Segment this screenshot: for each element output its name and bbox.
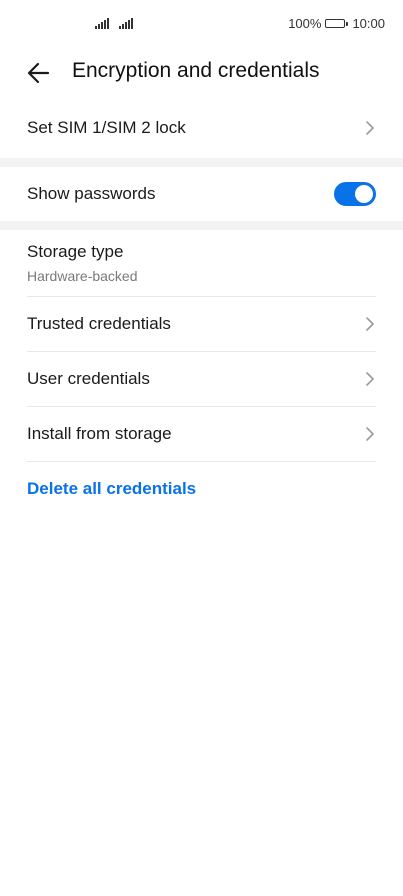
user-credentials-item[interactable]: User credentials — [0, 352, 403, 406]
chevron-right-icon — [366, 317, 374, 331]
storage-type-item: Storage type Hardware-backed — [0, 230, 403, 296]
install-from-storage-item[interactable]: Install from storage — [0, 407, 403, 461]
signal-indicators — [95, 17, 133, 29]
install-from-storage-label: Install from storage — [27, 424, 172, 443]
delete-all-credentials-item[interactable]: Delete all credentials — [0, 462, 403, 516]
trusted-credentials-item[interactable]: Trusted credentials — [0, 297, 403, 351]
toggle-knob — [355, 185, 373, 203]
trusted-credentials-label: Trusted credentials — [27, 314, 171, 333]
battery-percent: 100% — [288, 16, 322, 31]
chevron-right-icon — [366, 372, 374, 386]
sim1-signal-icon — [95, 17, 109, 29]
back-arrow-icon[interactable] — [26, 60, 52, 86]
storage-type-title: Storage type — [27, 242, 124, 261]
status-right: 100% 10:00 — [288, 16, 385, 31]
battery-icon — [325, 19, 349, 28]
section-divider — [0, 221, 403, 230]
sim-lock-item[interactable]: Set SIM 1/SIM 2 lock — [0, 98, 403, 158]
app-header: Encryption and credentials — [0, 48, 403, 98]
chevron-right-icon — [366, 121, 374, 135]
sim-lock-label: Set SIM 1/SIM 2 lock — [27, 118, 186, 137]
page-title: Encryption and credentials — [72, 59, 320, 82]
show-passwords-item[interactable]: Show passwords — [0, 167, 403, 221]
storage-type-value: Hardware-backed — [27, 268, 138, 284]
chevron-right-icon — [366, 427, 374, 441]
user-credentials-label: User credentials — [27, 369, 150, 388]
delete-all-credentials-link[interactable]: Delete all credentials — [27, 479, 376, 499]
status-bar: 100% 10:00 — [0, 0, 403, 48]
section-divider — [0, 158, 403, 167]
show-passwords-label: Show passwords — [27, 184, 156, 203]
clock: 10:00 — [352, 16, 385, 31]
show-passwords-toggle[interactable] — [334, 182, 376, 206]
sim2-signal-icon — [119, 17, 133, 29]
